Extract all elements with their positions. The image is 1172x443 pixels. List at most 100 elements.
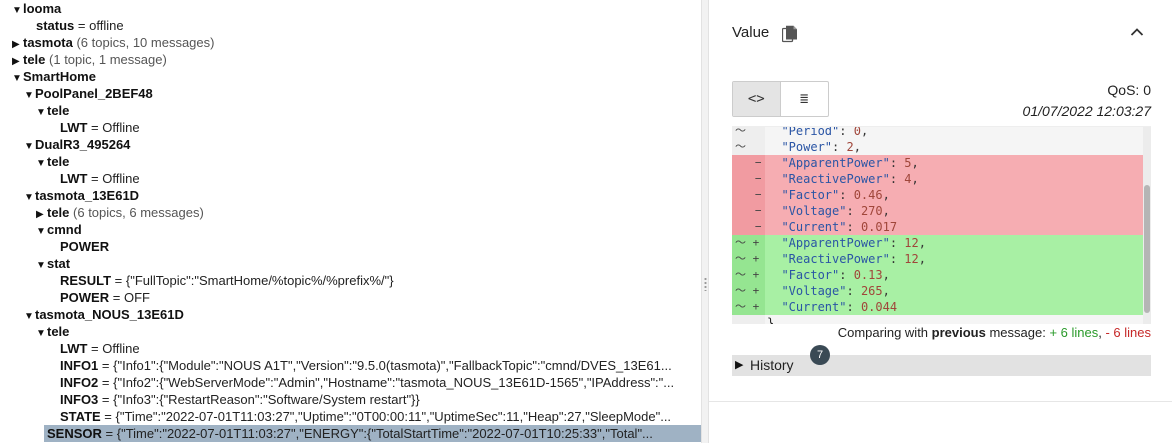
tree-node-key: DualR3_495264	[35, 137, 131, 152]
copy-icon[interactable]	[782, 25, 798, 43]
code-view-icon[interactable]: <>	[733, 82, 781, 116]
tree-row[interactable]: ▼stat	[36, 255, 701, 272]
tree-node-equals: =	[87, 171, 103, 186]
tree-node-equals: =	[87, 120, 103, 135]
tree-node-key: SmartHome	[23, 69, 96, 84]
tree-node-equals: =	[98, 392, 114, 407]
diff-code: "ReactivePower": 12,	[781, 252, 926, 266]
tree-node-key: PoolPanel_2BEF48	[35, 86, 153, 101]
panel-splitter[interactable]	[701, 0, 709, 443]
tree-row[interactable]: ▼SmartHome	[12, 68, 701, 85]
diff-code: "ApparentPower": 12,	[781, 236, 926, 250]
diff-gutter: 〜	[732, 127, 765, 139]
tree-row[interactable]: ▶ tasmota (6 topics, 10 messages)	[12, 34, 701, 51]
triangle-down-icon[interactable]: ▼	[24, 308, 35, 323]
triangle-down-icon[interactable]: ▼	[24, 189, 35, 204]
diff-scrollbar[interactable]	[1143, 127, 1151, 324]
tree-row[interactable]: ▼cmnd	[36, 221, 701, 238]
tree-row[interactable]: ▼tasmota_NOUS_13E61D	[24, 306, 701, 323]
diff-line-removed: − "Factor": 0.46,	[732, 187, 1143, 203]
tree-node-equals: =	[111, 273, 126, 288]
diff-view[interactable]: } 〜 + "Current": 0.044 〜 + "Voltage": 265,…	[732, 126, 1151, 324]
tree-row[interactable]: ▼tasmota_13E61D	[24, 187, 701, 204]
tree-row[interactable]: ▼DualR3_495264	[24, 136, 701, 153]
tree-row[interactable]: POWER = OFF	[60, 289, 701, 306]
tree-row[interactable]: INFO1 = {"Info1":{"Module":"NOUS A1T","V…	[60, 357, 701, 374]
tree-node-equals: =	[98, 358, 114, 373]
tree-node-key: tele	[47, 154, 70, 169]
diff-line-added: 〜 + "ReactivePower": 12,	[732, 251, 1143, 267]
tree-node-value: {"Info3":{"RestartReason":"Software/Syst…	[113, 392, 420, 407]
diff-code: "Current": 0.017	[781, 220, 898, 234]
triangle-down-icon[interactable]: ▼	[36, 104, 47, 119]
triangle-right-icon[interactable]: ▶	[36, 206, 47, 221]
value-panel: Value <> ≣ QoS: 0 01/07/2022 12:03:27 } 〜…	[709, 0, 1172, 443]
triangle-down-icon[interactable]: ▼	[36, 325, 47, 340]
tree-node-key: INFO2	[60, 375, 99, 390]
tree-node-key: tasmota_NOUS_13E61D	[35, 307, 184, 322]
triangle-down-icon[interactable]: ▼	[12, 2, 23, 17]
tree-node-equals: =	[98, 375, 114, 390]
tree-row[interactable]: LWT = Offline	[60, 340, 701, 357]
tree-node-value: {"Info1":{"Module":"NOUS A1T","Version":…	[113, 358, 672, 373]
tree-row[interactable]: ▼looma	[12, 0, 701, 17]
tree-row[interactable]: ▶ tele (6 topics, 6 messages)	[36, 204, 701, 221]
triangle-right-icon[interactable]: ▶	[12, 36, 23, 51]
tree-node-value: {"Time":"2022-07-01T11:03:27","ENERGY":{…	[116, 426, 653, 441]
triangle-right-icon[interactable]: ▶	[735, 358, 743, 371]
diff-gutter: 〜	[732, 139, 765, 155]
tree-node-key: status	[36, 18, 75, 33]
tree-row[interactable]: ▼PoolPanel_2BEF48	[24, 85, 701, 102]
diff-gutter: 〜 +	[732, 283, 765, 299]
tree-node-key: tasmota_13E61D	[35, 188, 140, 203]
tree-node-value: {"FullTopic":"SmartHome/%topic%/%prefix%…	[125, 273, 394, 288]
tree-row[interactable]: RESULT = {"FullTopic":"SmartHome/%topic%…	[60, 272, 701, 289]
tree-node-value: offline	[89, 18, 124, 33]
tree-row[interactable]: INFO2 = {"Info2":{"WebServerMode":"Admin…	[60, 374, 701, 391]
compare-target: previous	[931, 325, 986, 340]
history-toggle[interactable]: ▶ History 7	[732, 345, 1151, 376]
tree-row[interactable]: status = offline	[36, 17, 701, 34]
triangle-down-icon[interactable]: ▼	[12, 70, 23, 85]
tree-row[interactable]: ▶ tele (1 topic, 1 message)	[12, 51, 701, 68]
tree-node-value: {"Time":"2022-07-01T11:03:27","Uptime":"…	[115, 409, 672, 424]
tree-row[interactable]: INFO3 = {"Info3":{"RestartReason":"Softw…	[60, 391, 701, 408]
tree-node-summary: (6 topics, 10 messages)	[72, 35, 215, 50]
tree-node-key: tele	[23, 52, 46, 67]
view-mode-toggle[interactable]: <> ≣	[732, 81, 829, 117]
tree-node-summary: (1 topic, 1 message)	[45, 52, 167, 67]
diff-scrollbar-thumb[interactable]	[1144, 185, 1150, 313]
diff-code: }	[767, 316, 775, 324]
tree-row[interactable]: POWER	[60, 238, 701, 255]
compare-summary: Comparing with previous message: + 6 lin…	[838, 325, 1151, 340]
triangle-down-icon[interactable]: ▼	[24, 138, 35, 153]
triangle-down-icon[interactable]: ▼	[24, 87, 35, 102]
tree-node-key: LWT	[60, 341, 88, 356]
tree-row[interactable]: ▼tele	[36, 153, 701, 170]
tree-node-key: RESULT	[60, 273, 112, 288]
tree-node-summary: (6 topics, 6 messages)	[69, 205, 204, 220]
tree-row[interactable]: ▼tele	[36, 102, 701, 119]
tree-row[interactable]: STATE = {"Time":"2022-07-01T11:03:27","U…	[60, 408, 701, 425]
removed-lines-count: - 6 lines	[1105, 325, 1151, 340]
list-view-icon[interactable]: ≣	[781, 82, 829, 116]
history-label[interactable]: History	[750, 357, 794, 373]
triangle-down-icon[interactable]: ▼	[36, 223, 47, 238]
tree-row[interactable]: ▼tele	[36, 323, 701, 340]
tree-row[interactable]: LWT = Offline	[60, 170, 701, 187]
triangle-down-icon[interactable]: ▼	[36, 257, 47, 272]
triangle-down-icon[interactable]: ▼	[36, 155, 47, 170]
chevron-up-icon[interactable]	[1130, 27, 1144, 37]
splitter-grip-icon[interactable]	[704, 277, 707, 291]
tree-node-key: LWT	[60, 171, 88, 186]
tree-node-key: SENSOR	[47, 426, 102, 441]
diff-code: "Factor": 0.13,	[781, 268, 890, 282]
diff-gutter	[732, 315, 765, 324]
diff-line-removed: − "ApparentPower": 5,	[732, 155, 1143, 171]
diff-code: "ApparentPower": 5,	[781, 156, 919, 170]
tree-row[interactable]: SENSOR = {"Time":"2022-07-01T11:03:27","…	[44, 425, 701, 442]
diff-line-added: 〜 + "Factor": 0.13,	[732, 267, 1143, 283]
tree-row[interactable]: LWT = Offline	[60, 119, 701, 136]
triangle-right-icon[interactable]: ▶	[12, 53, 23, 68]
tree-node-equals: =	[100, 409, 116, 424]
